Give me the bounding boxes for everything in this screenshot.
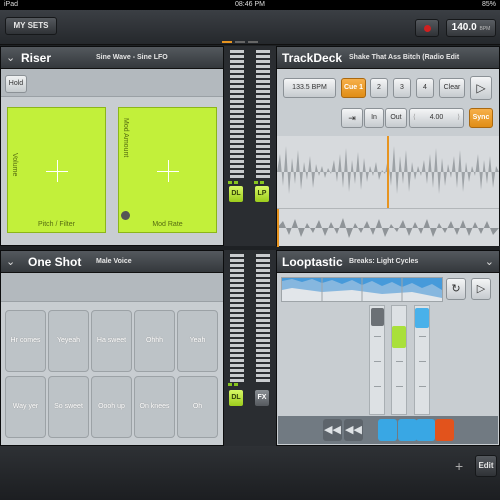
loop-clip-icon[interactable]	[415, 308, 429, 328]
loop-sync-button[interactable]: ↻	[446, 278, 466, 300]
crosshair-vertical	[57, 160, 58, 182]
rewind-pattern-icon[interactable]: ◀◀	[323, 419, 342, 441]
drum-pattern-icon[interactable]	[371, 308, 384, 326]
waveform-zoom[interactable]	[277, 136, 499, 208]
xy-pad-pitch-volume[interactable]: Volume Pitch / Filter	[7, 107, 106, 233]
hold-button[interactable]: Hold	[5, 75, 27, 93]
loop-in-button[interactable]: In	[364, 108, 384, 128]
collapse-chevron-icon[interactable]: ⌄	[485, 255, 494, 268]
looptastic-header: Looptastic Breaks: Light Cycles ⌄	[277, 251, 499, 273]
add-icon[interactable]: +	[455, 458, 463, 474]
chevron-right-icon[interactable]: ⟩	[457, 109, 460, 127]
fader-dl-top[interactable]: DL	[229, 186, 243, 202]
collapse-chevron-icon[interactable]: ⌄	[6, 51, 15, 64]
sample-pad[interactable]: Yeah	[177, 310, 218, 372]
loop-arrow-icon: ⇥	[348, 113, 356, 123]
loop-lane[interactable]	[414, 305, 430, 415]
oneshot-toolbar	[1, 273, 223, 302]
loop-slot-icon[interactable]	[378, 419, 397, 441]
xy-pad-modrate-amount[interactable]: Mod Amount Mod Rate	[118, 107, 217, 233]
loop-waveform[interactable]	[281, 277, 443, 302]
sample-pad[interactable]: Way yer	[5, 376, 46, 438]
waveform-overview[interactable]	[277, 208, 499, 247]
sample-pad[interactable]: Oooh up	[91, 376, 132, 438]
cue-4-button[interactable]: 4	[416, 78, 434, 98]
sample-pad[interactable]: Ha sweet	[91, 310, 132, 372]
looptastic-preset[interactable]: Breaks: Light Cycles	[349, 258, 418, 265]
waveform-zoom-graphic	[277, 136, 499, 208]
riser-preset[interactable]: Sine Wave - Sine LFO	[96, 54, 168, 61]
pad1-x-label: Pitch / Filter	[38, 221, 75, 228]
riser-header: ⌄ Riser Sine Wave - Sine LFO	[1, 47, 223, 69]
loop-toggle-button[interactable]: ⇥	[341, 108, 363, 128]
sample-pad[interactable]: Yeyeah	[48, 310, 89, 372]
master-bpm-display[interactable]: 140.0 BPM	[446, 19, 496, 37]
pad1-y-label: Volume	[11, 153, 18, 177]
play-button[interactable]: ▷	[470, 76, 492, 100]
trackdeck-header: TrackDeck Shake That Ass Bitch (Radio Ed…	[277, 47, 499, 69]
waveform-overview-graphic	[277, 209, 499, 247]
loop-slot-icon[interactable]	[416, 419, 435, 441]
riser-toolbar	[1, 69, 223, 97]
trackdeck-title: TrackDeck	[282, 51, 343, 65]
riser-title: Riser	[21, 51, 52, 65]
loop-lane[interactable]	[391, 305, 407, 415]
record-icon	[424, 25, 431, 32]
loop-length-value: 4.00	[429, 114, 444, 121]
my-sets-button[interactable]: MY SETS	[5, 17, 57, 35]
oneshot-preset[interactable]: Male Voice	[96, 258, 132, 265]
play-icon: ▷	[476, 283, 486, 295]
master-bpm-value: 140.0	[451, 22, 477, 33]
level-meter-right	[256, 254, 270, 384]
loop-lane[interactable]	[369, 305, 385, 415]
track-bpm-button[interactable]: 133.5 BPM	[283, 78, 336, 98]
looptastic-title: Looptastic	[282, 255, 343, 269]
mixer-bottom: DL FX	[224, 250, 276, 446]
pad2-x-label: Mod Rate	[152, 221, 183, 228]
cue-3-button[interactable]: 3	[393, 78, 411, 98]
level-meter-left	[230, 254, 244, 384]
cue-2-button[interactable]: 2	[370, 78, 388, 98]
oneshot-header: ⌄ One Shot Male Voice	[1, 251, 223, 273]
chevron-left-icon[interactable]: ⟨	[413, 109, 416, 127]
bottom-bar	[0, 446, 500, 500]
pad2-y-label: Mod Amount	[122, 118, 129, 158]
record-button[interactable]	[415, 19, 439, 37]
sample-pad[interactable]: Ohhh	[134, 310, 175, 372]
dice-icon[interactable]	[392, 326, 406, 348]
track-name[interactable]: Shake That Ass Bitch (Radio Edit	[349, 54, 459, 61]
sync-button[interactable]: Sync	[469, 108, 493, 128]
loop-slot-icon[interactable]	[435, 419, 454, 441]
edit-button[interactable]: Edit	[475, 455, 497, 477]
sample-pad[interactable]: On knees	[134, 376, 175, 438]
clear-cues-button[interactable]: Clear	[439, 78, 465, 98]
corner-handle-icon[interactable]	[121, 211, 130, 220]
level-meter-right	[256, 50, 270, 180]
crosshair-vertical	[168, 160, 169, 182]
fader-dl-bottom[interactable]: DL	[229, 390, 243, 406]
cue-1-button[interactable]: Cue 1	[341, 78, 366, 98]
status-bar: iPad 08:46 PM 85%	[0, 0, 500, 10]
sample-pad[interactable]: So sweet	[48, 376, 89, 438]
sample-pad[interactable]: Oh	[177, 376, 218, 438]
loop-length-stepper[interactable]: ⟨ 4.00 ⟩	[409, 108, 464, 128]
bpm-unit: BPM	[479, 26, 491, 32]
collapse-chevron-icon[interactable]: ⌄	[6, 255, 15, 268]
mixer-top: DL LP	[224, 46, 276, 246]
clock: 08:46 PM	[235, 1, 265, 8]
sample-pad[interactable]: Hr comes	[5, 310, 46, 372]
loop-waveform-graphic	[282, 278, 442, 301]
level-meter-left	[230, 50, 244, 180]
fader-lp-top[interactable]: LP	[255, 186, 269, 202]
loop-slot-icon[interactable]	[398, 419, 417, 441]
oneshot-title: One Shot	[28, 255, 82, 269]
sync-icon: ↻	[451, 283, 461, 295]
play-icon: ▷	[476, 81, 486, 95]
fader-fx-bottom[interactable]: FX	[255, 390, 269, 406]
battery-label: 85%	[481, 1, 496, 8]
loop-out-button[interactable]: Out	[385, 108, 407, 128]
loop-play-button[interactable]: ▷	[471, 278, 491, 300]
rewind-pattern-icon[interactable]: ◀◀	[344, 419, 363, 441]
